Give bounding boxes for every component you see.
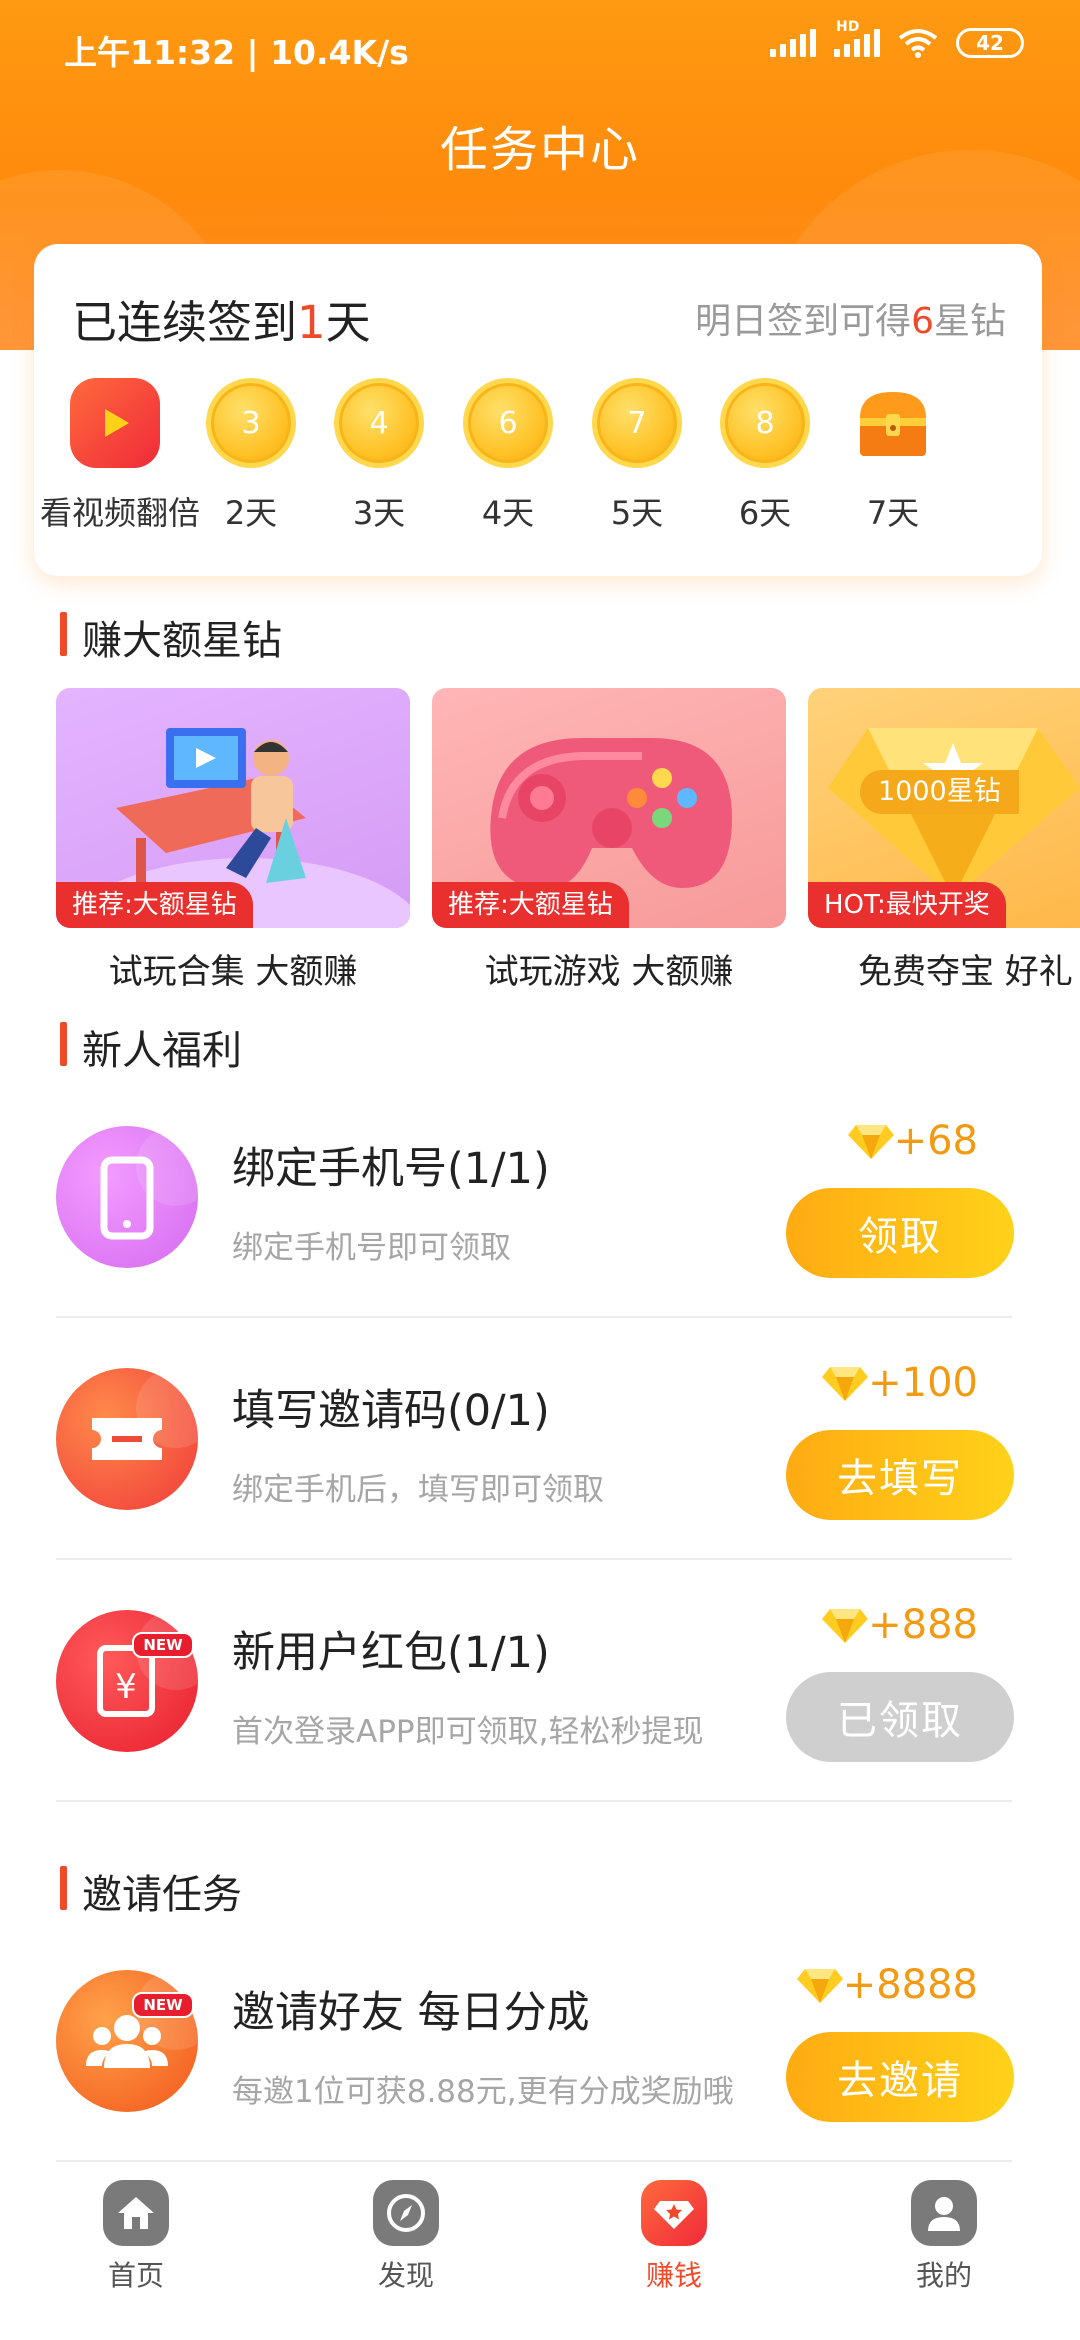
task-new-user-red-packet: ¥ NEW 新用户红包(1/1) 首次登录APP即可领取,轻松秒提现 +888 … [56, 1602, 1014, 1810]
status-bar: 上午11:32 | 10.4K/s HD 42 [0, 0, 1080, 96]
section-title-earn: 赚大额星钻 [60, 608, 282, 666]
sign-day-7[interactable]: 7天 [818, 378, 968, 534]
promo-card-trial-game[interactable]: 推荐:大额星钻 [432, 688, 786, 928]
play-video-icon [70, 378, 160, 468]
sign-day-4[interactable]: 6 4天 [433, 378, 583, 534]
sign-day-3[interactable]: 4 3天 [304, 378, 454, 534]
section-title-newbie: 新人福利 [60, 1018, 242, 1076]
task-desc: 绑定手机号即可领取 [232, 1230, 511, 1266]
claimed-button[interactable]: 已领取 [786, 1672, 1014, 1762]
profile-icon [911, 2180, 977, 2246]
promo-card-trial-collection[interactable]: 推荐:大额星钻 [56, 688, 410, 928]
promo-card-free-lottery[interactable]: 1000星钻 HOT:最快开奖 [808, 688, 1080, 928]
task-desc: 首次登录APP即可领取,轻松秒提现 [232, 1714, 704, 1750]
wifi-icon [898, 29, 938, 58]
divider [56, 2160, 1012, 2162]
task-name: 邀请好友 每日分成 [232, 1988, 590, 2038]
star-coin-icon: 3 [206, 378, 296, 468]
diamond-icon [822, 1367, 869, 1401]
nav-earn[interactable]: 赚钱 [604, 2180, 744, 2294]
promo-label[interactable]: 试玩合集 大额赚 [56, 944, 410, 993]
diamond-icon [796, 1969, 843, 2003]
star-coin-icon: 7 [592, 378, 682, 468]
divider [56, 1558, 1012, 1560]
home-icon [103, 2180, 169, 2246]
task-name: 填写邀请码(0/1) [232, 1386, 550, 1436]
ticket-icon [56, 1368, 198, 1510]
bottom-nav: 首页 发现 赚钱 我的 [0, 2172, 1080, 2340]
new-badge: NEW [132, 1992, 194, 2018]
promo-tag: 推荐:大额星钻 [432, 882, 629, 928]
fill-in-button[interactable]: 去填写 [786, 1430, 1014, 1520]
task-desc: 每邀1位可获8.88元,更有分成奖励哦 [232, 2074, 734, 2110]
watch-video-double[interactable]: 看视频翻倍 [40, 378, 200, 534]
promo-tag: 推荐:大额星钻 [56, 882, 253, 928]
task-name: 新用户红包(1/1) [232, 1628, 550, 1678]
battery-icon: 42 [956, 28, 1024, 58]
star-coin-icon: 8 [720, 378, 810, 468]
invite-button[interactable]: 去邀请 [786, 2032, 1014, 2122]
diamond-icon [847, 1125, 894, 1159]
promo-label[interactable]: 试玩游戏 大额赚 [432, 944, 786, 993]
page-title: 任务中心 [439, 122, 640, 178]
promo-banner: 1000星钻 [860, 770, 1019, 814]
hd-signal-icon: HD [834, 19, 880, 57]
sign-in-tip: 明日签到可得6星钻 [695, 301, 1006, 342]
claim-button[interactable]: 领取 [786, 1188, 1014, 1278]
svg-text:¥: ¥ [115, 1667, 137, 1707]
task-invite-code: 填写邀请码(0/1) 绑定手机后，填写即可领取 +100 去填写 [56, 1360, 1014, 1568]
task-reward: +100 [822, 1360, 978, 1406]
phone-icon [56, 1126, 198, 1268]
task-reward: +8888 [796, 1962, 978, 2008]
nav-profile[interactable]: 我的 [874, 2180, 1014, 2294]
compass-icon [373, 2180, 439, 2246]
task-invite-friends: NEW 邀请好友 每日分成 每邀1位可获8.88元,更有分成奖励哦 +8888 … [56, 1962, 1014, 2170]
nav-home[interactable]: 首页 [66, 2180, 206, 2294]
task-name: 绑定手机号(1/1) [232, 1144, 550, 1194]
task-bind-phone: 绑定手机号(1/1) 绑定手机号即可领取 +68 领取 [56, 1118, 1014, 1326]
divider [56, 1316, 1012, 1318]
diamond-icon [822, 1609, 869, 1643]
status-icons: HD 42 [770, 19, 1024, 58]
task-desc: 绑定手机后，填写即可领取 [232, 1472, 604, 1508]
divider [56, 1800, 1012, 1802]
section-title-invite: 邀请任务 [60, 1862, 242, 1920]
sign-in-card: 已连续签到1天 明日签到可得6星钻 看视频翻倍 3 2天 4 3天 6 4天 7… [34, 244, 1042, 576]
status-time: 上午11:32 | 10.4K/s [64, 33, 409, 72]
promo-tag: HOT:最快开奖 [808, 882, 1006, 928]
task-reward: +68 [847, 1118, 978, 1164]
sign-in-streak: 已连续签到1天 [72, 296, 371, 349]
promo-label[interactable]: 免费夺宝 好礼 [808, 944, 1080, 993]
treasure-chest-icon [848, 378, 938, 468]
star-coin-icon: 6 [463, 378, 553, 468]
signal-icon [770, 29, 816, 57]
nav-discover[interactable]: 发现 [336, 2180, 476, 2294]
task-reward: +888 [822, 1602, 978, 1648]
sign-in-days: 看视频翻倍 3 2天 4 3天 6 4天 7 5天 8 6天 7天 [34, 378, 1042, 548]
earn-icon [641, 2180, 707, 2246]
star-coin-icon: 4 [334, 378, 424, 468]
new-badge: NEW [132, 1632, 194, 1658]
